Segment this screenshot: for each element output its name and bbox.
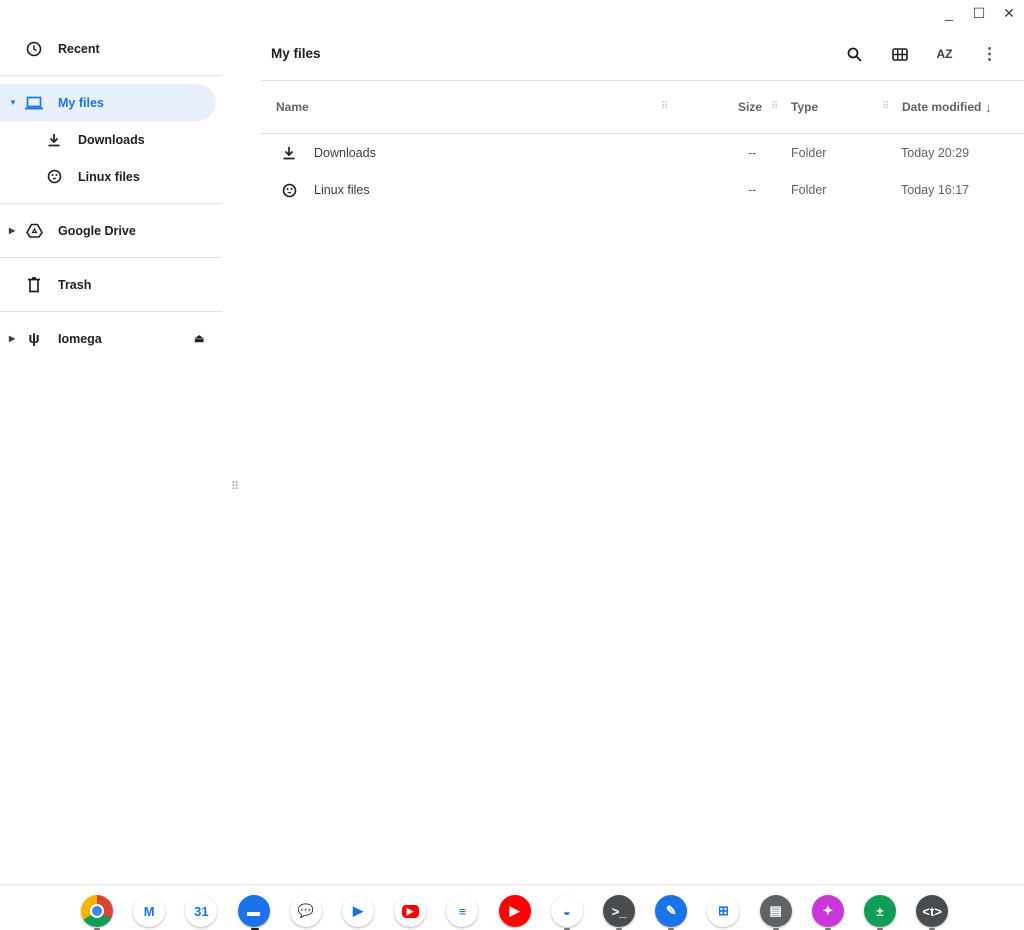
shelf-app-chrome[interactable] (81, 895, 113, 927)
sidebar-item-label: My files (58, 95, 104, 110)
sidebar-item-downloads[interactable]: Downloads (0, 121, 222, 158)
trash-icon (24, 275, 44, 295)
column-header-type[interactable]: Type (791, 100, 818, 114)
maximize-button[interactable]: ☐ (964, 4, 994, 22)
clock-icon (24, 39, 44, 59)
search-icon[interactable] (832, 44, 877, 64)
shelf-app-meet[interactable]: ▶ (342, 895, 374, 927)
sidebar-item-label: Linux files (78, 169, 140, 184)
shelf-app-messages[interactable]: 💬 (289, 895, 322, 927)
table-row[interactable]: Linux files -- Folder Today 16:17 (261, 171, 1024, 208)
shelf-app-gmail[interactable]: M (133, 895, 166, 927)
window-controls: _ ☐ ✕ (934, 4, 1024, 22)
expand-arrow-icon[interactable]: ▶ (9, 334, 15, 343)
divider (0, 203, 222, 204)
sidebar-item-google-drive[interactable]: ▶ Google Drive (0, 212, 222, 249)
drive-icon (24, 221, 44, 241)
file-type: Folder (791, 146, 827, 160)
sidebar-item-iomega[interactable]: ▶ ψ Iomega ⏏ (0, 320, 222, 357)
file-name: Linux files (314, 183, 370, 197)
file-date: Today 20:29 (901, 146, 970, 160)
file-type: Folder (791, 183, 827, 197)
toolbar: AZ ⋮ (832, 44, 1012, 64)
download-icon (44, 130, 64, 150)
page-title: My files (271, 46, 321, 61)
sidebar-item-label: Recent (58, 41, 100, 56)
sidebar-item-trash[interactable]: Trash (0, 266, 222, 303)
penguin-icon (279, 180, 299, 200)
column-header-name[interactable]: Name (276, 100, 309, 114)
file-date: Today 16:17 (901, 183, 970, 197)
expand-arrow-icon[interactable]: ▼ (9, 98, 17, 107)
shelf-app-youtube[interactable]: ▶ (394, 895, 427, 927)
expand-arrow-icon[interactable]: ▶ (9, 226, 15, 235)
shelf-app-youtube-music[interactable]: ▶ (498, 895, 531, 927)
file-size: -- (748, 183, 757, 197)
eject-icon[interactable]: ⏏ (194, 332, 204, 345)
column-resize-handle[interactable]: ⠿ (771, 101, 778, 112)
more-options-icon[interactable]: ⋮ (967, 44, 1012, 64)
shelf: M 31 ▬ 💬 ▶ ▶ ≡ ▶ ◒ >_ ✎ ⊞ ▤ ✦ ± <t> (0, 884, 1024, 930)
sidebar-item-label: Downloads (78, 132, 145, 147)
sidebar-resize-handle[interactable]: ⠿ (231, 480, 239, 493)
sort-descending-icon: ↓ (985, 100, 992, 115)
shelf-app-calendar[interactable]: 31 (185, 895, 218, 927)
grid-view-icon[interactable] (877, 44, 922, 64)
sidebar: Recent ▼ My files Downloads Linux files … (0, 30, 222, 357)
sidebar-item-label: Trash (58, 277, 92, 292)
sort-button[interactable]: AZ (922, 44, 967, 64)
divider (0, 311, 222, 312)
sidebar-item-my-files[interactable]: ▼ My files (0, 84, 216, 121)
shelf-app-explore[interactable]: ✎ (655, 895, 688, 927)
shelf-app-sheets[interactable]: ⊞ (707, 895, 740, 927)
divider (0, 75, 222, 76)
shelf-app-text[interactable]: <t> (916, 895, 949, 927)
file-name: Downloads (314, 146, 376, 160)
table-row[interactable]: Downloads -- Folder Today 20:29 (261, 134, 1024, 171)
minimize-button[interactable]: _ (934, 4, 964, 22)
shelf-app-files[interactable]: ▬ (237, 895, 270, 927)
column-resize-handle[interactable]: ⠿ (882, 101, 889, 112)
shelf-app-calculator[interactable]: ± (864, 895, 896, 927)
penguin-icon (44, 167, 64, 187)
usb-icon: ψ (28, 330, 40, 347)
sidebar-item-label: Iomega (58, 331, 102, 346)
download-icon (279, 143, 299, 163)
shelf-app-docs[interactable]: ≡ (446, 895, 479, 927)
sidebar-item-linux-files[interactable]: Linux files (0, 158, 222, 195)
header-divider (261, 80, 1024, 81)
shelf-app-terminal[interactable]: >_ (603, 895, 635, 927)
sidebar-item-recent[interactable]: Recent (0, 30, 222, 67)
close-button[interactable]: ✕ (994, 4, 1024, 22)
laptop-icon (24, 93, 44, 113)
shelf-app-scan[interactable]: ▤ (759, 895, 792, 927)
shelf-app-gallery[interactable]: ✦ (811, 895, 844, 927)
column-header-date-modified[interactable]: Date modified (902, 100, 981, 114)
column-header-size[interactable]: Size (738, 100, 762, 114)
file-size: -- (748, 146, 757, 160)
column-resize-handle[interactable]: ⠿ (661, 101, 668, 112)
shelf-app-web-store[interactable]: ◒ (550, 895, 583, 927)
sidebar-item-label: Google Drive (58, 223, 136, 238)
divider (0, 257, 222, 258)
